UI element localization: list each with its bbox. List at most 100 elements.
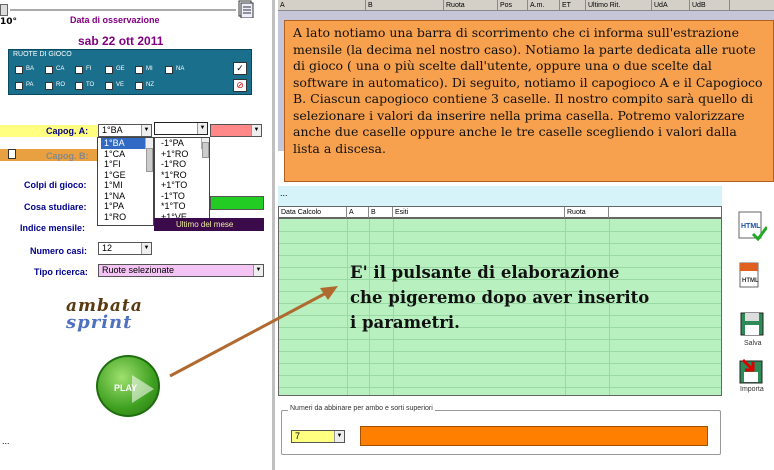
- logo-text-b: sprint: [66, 312, 133, 333]
- top-table-header: A B Ruota Pos A.m. ET Ultimo Rit. UdA UdB: [278, 0, 774, 11]
- abbinare-output[interactable]: [360, 426, 708, 446]
- ruota-checkbox-nz[interactable]: [135, 82, 143, 90]
- column-header[interactable]: A: [347, 207, 369, 218]
- left-panel: 10° Data di osservazione sab 22 ott 2011…: [0, 0, 272, 470]
- ruota-checkbox-ge[interactable]: [105, 66, 113, 74]
- left-dots: ...: [2, 436, 10, 446]
- observation-date: sab 22 ott 2011: [78, 34, 164, 48]
- column-header[interactable]: Ruota: [565, 207, 609, 218]
- chevron-down-icon[interactable]: ▼: [197, 123, 207, 134]
- select-all-check-icon[interactable]: ✓: [233, 62, 247, 75]
- save-label: Salva: [744, 340, 762, 347]
- column-header[interactable]: B: [369, 207, 393, 218]
- ruota-checkbox-to[interactable]: [75, 82, 83, 90]
- ruota-label: NZ: [146, 82, 154, 88]
- ruota-label: BA: [26, 66, 35, 72]
- capog-b-check[interactable]: [8, 149, 16, 159]
- column-header[interactable]: UdB: [690, 0, 730, 11]
- column-header[interactable]: B: [366, 0, 444, 11]
- grid-row-line: [279, 387, 721, 388]
- dropdown-option[interactable]: *1°RO: [158, 170, 209, 181]
- tipo-select[interactable]: Ruote selezionate ▼: [98, 264, 264, 277]
- results-strip: ...: [278, 186, 722, 206]
- chevron-down-icon[interactable]: ▼: [141, 243, 151, 254]
- dropdown-option[interactable]: -1°TO: [158, 191, 209, 202]
- indice-field[interactable]: Ultimo del mese: [154, 218, 264, 231]
- dropdown-option[interactable]: 1°MI: [101, 180, 153, 191]
- ruota-label: FI: [86, 66, 92, 72]
- play-button[interactable]: PLAY: [96, 355, 160, 417]
- abbinare-select[interactable]: 7 ▼: [291, 430, 345, 443]
- ruota-label: CA: [56, 66, 65, 72]
- scrollbar[interactable]: [201, 138, 209, 158]
- column-header[interactable]: A: [278, 0, 366, 11]
- clear-ruote-icon[interactable]: ⊘: [233, 79, 247, 92]
- strip-label: ...: [280, 188, 288, 198]
- import-icon[interactable]: [739, 358, 765, 384]
- colpi-label: Colpi di gioco:: [24, 180, 87, 190]
- panel-divider[interactable]: [272, 0, 275, 470]
- ruota-checkbox-mi[interactable]: [135, 66, 143, 74]
- html-file-label: HTML: [742, 278, 759, 284]
- capog-a-select-3[interactable]: ▼: [210, 124, 262, 137]
- ruota-label: TO: [86, 82, 95, 88]
- dropdown-option[interactable]: +1°TO: [158, 180, 209, 191]
- cosa-label: Cosa studiare:: [24, 202, 87, 212]
- export-html-icon[interactable]: HTML: [737, 210, 769, 242]
- indice-label: Indice mensile:: [20, 223, 86, 233]
- indice-hint: Ultimo del mese: [176, 220, 234, 229]
- capog-a-select-2[interactable]: ▼: [154, 122, 208, 135]
- column-header[interactable]: Ultimo Rit.: [586, 0, 652, 11]
- column-header[interactable]: A.m.: [528, 0, 560, 11]
- capog-a-dropdown-list-2[interactable]: -1°PA +1°RO -1°RO *1°RO +1°TO -1°TO *1°TO +1°VE: [154, 137, 210, 226]
- svg-text:HTML: HTML: [741, 223, 761, 230]
- capog-a-label: Capog. A:: [46, 126, 89, 136]
- ruota-checkbox-ca[interactable]: [45, 66, 53, 74]
- capog-b-label: Capog. B:: [46, 151, 89, 161]
- numcasi-value: 12: [102, 243, 113, 253]
- ruota-checkbox-fi[interactable]: [75, 66, 83, 74]
- column-header[interactable]: Esiti: [393, 207, 565, 218]
- dropdown-option[interactable]: 1°PA: [101, 201, 153, 212]
- import-label: Importa: [740, 386, 764, 393]
- column-header[interactable]: Data Calcolo: [279, 207, 347, 218]
- capog-a-dropdown-list-1[interactable]: 1°BA 1°CA 1°FI 1°GE 1°MI 1°NA 1°PA 1°RO: [97, 137, 154, 226]
- ruote-title: RUOTE DI GIOCO: [13, 51, 72, 58]
- dropdown-option[interactable]: 1°NA: [101, 191, 153, 202]
- html-file-icon[interactable]: HTML: [737, 262, 763, 288]
- column-header[interactable]: ET: [560, 0, 586, 11]
- dropdown-option[interactable]: -1°RO: [158, 159, 209, 170]
- dropdown-option[interactable]: *1°TO: [158, 201, 209, 212]
- save-icon[interactable]: [740, 312, 766, 338]
- callout-description: A lato notiamo una barra di scorrimento …: [284, 20, 774, 182]
- ruote-group: RUOTE DI GIOCO BA CA FI GE MI NA PA RO T…: [8, 49, 252, 95]
- column-header[interactable]: UdA: [652, 0, 690, 11]
- chevron-down-icon[interactable]: ▼: [141, 125, 151, 136]
- ruota-checkbox-na[interactable]: [165, 66, 173, 74]
- cosa-select[interactable]: [210, 196, 264, 210]
- grid-row-line: [279, 231, 721, 232]
- ruota-checkbox-pa[interactable]: [15, 82, 23, 90]
- tipo-label: Tipo ricerca:: [34, 267, 88, 277]
- calendar-icon[interactable]: [238, 0, 254, 19]
- chevron-down-icon[interactable]: ▼: [334, 431, 344, 442]
- ruota-checkbox-ro[interactable]: [45, 82, 53, 90]
- slider-thumb[interactable]: [0, 4, 8, 16]
- abbinare-caption: Numeri da abbinare per ambo e sorti supe…: [288, 405, 435, 412]
- arrow-annotation: [169, 286, 338, 378]
- chevron-down-icon[interactable]: ▼: [251, 125, 261, 136]
- results-grid-header: Data Calcolo A B Esiti Ruota: [278, 206, 722, 218]
- play-label: PLAY: [114, 383, 138, 393]
- column-header[interactable]: Ruota: [444, 0, 498, 11]
- column-header[interactable]: Pos: [498, 0, 528, 11]
- observation-title: Data di osservazione: [70, 15, 160, 25]
- capog-a-select-1[interactable]: 1°BA ▼: [98, 124, 152, 137]
- ruota-checkbox-ve[interactable]: [105, 82, 113, 90]
- ruota-label: RO: [56, 82, 65, 88]
- scrollbar[interactable]: [145, 138, 153, 172]
- numcasi-select[interactable]: 12 ▼: [98, 242, 152, 255]
- chevron-down-icon[interactable]: ▼: [253, 265, 263, 276]
- dropdown-option[interactable]: 1°RO: [101, 212, 153, 223]
- numcasi-label: Numero casi:: [30, 246, 88, 256]
- ruota-checkbox-ba[interactable]: [15, 66, 23, 74]
